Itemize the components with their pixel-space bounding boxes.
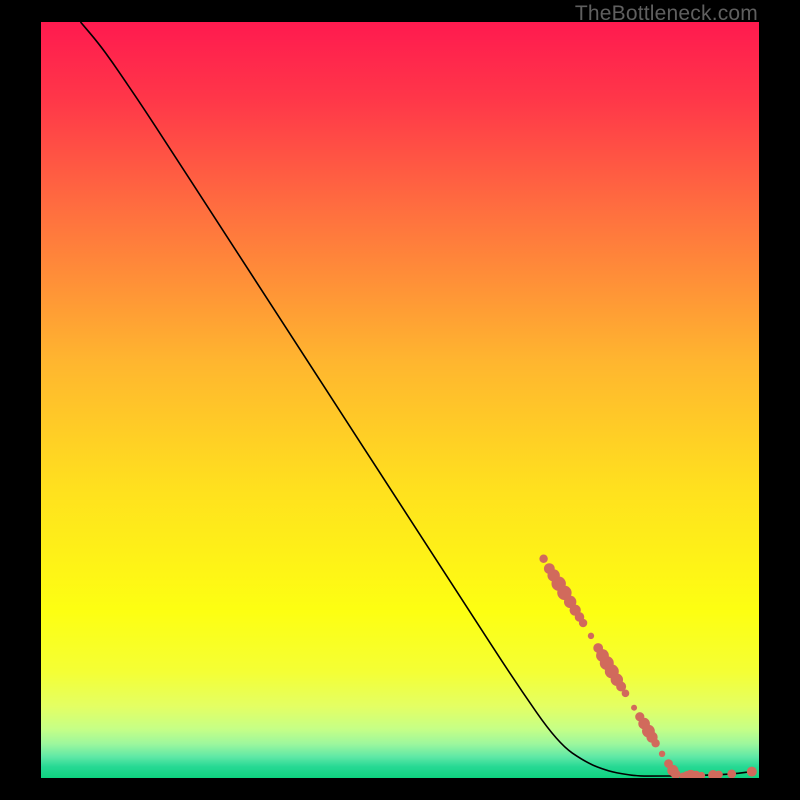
data-marker xyxy=(622,690,630,698)
data-marker xyxy=(588,633,594,639)
data-marker xyxy=(747,767,757,777)
chart-background xyxy=(41,22,759,778)
chart-stage: TheBottleneck.com xyxy=(0,0,800,800)
data-marker xyxy=(631,705,637,711)
data-marker xyxy=(539,555,547,563)
data-marker xyxy=(727,769,736,778)
chart-svg xyxy=(41,22,759,778)
chart-plot-area xyxy=(41,22,759,778)
data-marker xyxy=(651,739,659,747)
data-marker xyxy=(659,751,665,757)
data-marker xyxy=(579,619,587,627)
